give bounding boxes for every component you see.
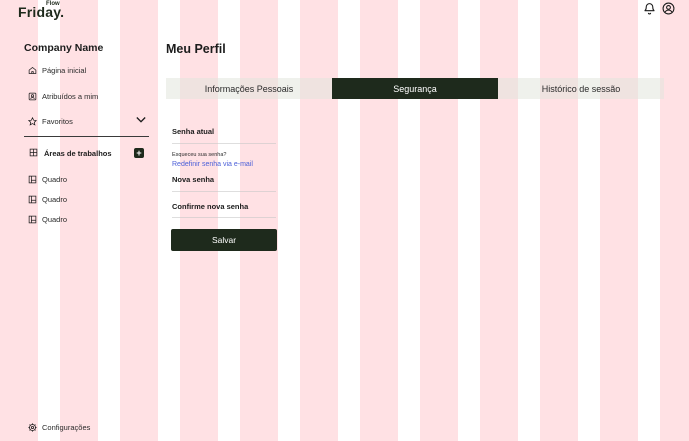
- bell-icon[interactable]: [643, 2, 656, 15]
- sidebar-item-label: Quadro: [42, 214, 68, 224]
- reset-password-link[interactable]: Redefinir senha via e-mail: [172, 161, 253, 168]
- new-password-input[interactable]: [172, 186, 276, 192]
- sidebar-item-label: Quadro: [42, 194, 68, 204]
- sidebar-item-favorites[interactable]: Favoritos: [27, 115, 73, 127]
- confirm-password-input[interactable]: [172, 212, 276, 218]
- sidebar-item-board[interactable]: Quadro: [27, 173, 67, 185]
- sidebar-divider: [24, 136, 149, 137]
- home-icon: [27, 65, 37, 75]
- page-title: Meu Perfil: [166, 42, 226, 56]
- save-button[interactable]: Salvar: [171, 229, 277, 251]
- grid-icon: [29, 148, 39, 158]
- star-icon: [27, 116, 37, 126]
- tab-session-history[interactable]: Histórico de sessão: [498, 78, 664, 99]
- sidebar-item-label: Atribuídos a mim: [42, 91, 99, 101]
- user-circle-icon[interactable]: [662, 2, 675, 15]
- sidebar-item-home[interactable]: Página inicial: [27, 64, 86, 76]
- sidebar-item-label: Página inicial: [42, 65, 87, 75]
- sidebar: Company Name Página inicial Atribuídos a…: [0, 0, 155, 441]
- tab-personal-info[interactable]: Informações Pessoais: [166, 78, 332, 99]
- sidebar-item-label: Favoritos: [42, 116, 73, 126]
- top-bar-icons: [643, 2, 675, 15]
- gear-icon: [27, 422, 37, 432]
- board-icon: [27, 174, 37, 184]
- confirm-password-label: Confirme nova senha: [172, 202, 249, 211]
- forgot-password-text: Esqueceu sua senha?: [172, 152, 227, 158]
- sidebar-item-board[interactable]: Quadro: [27, 193, 67, 205]
- chevron-down-icon[interactable]: [136, 116, 146, 124]
- board-icon: [27, 214, 37, 224]
- add-workspace-button[interactable]: +: [134, 148, 144, 158]
- current-password-input[interactable]: [172, 138, 276, 144]
- sidebar-item-label: Quadro: [42, 174, 68, 184]
- sidebar-item-settings[interactable]: Configurações: [27, 421, 90, 433]
- profile-tabs: Informações Pessoais Segurança Histórico…: [166, 78, 664, 99]
- workspaces-label: Áreas de trabalhos: [44, 148, 112, 158]
- new-password-label: Nova senha: [172, 175, 215, 184]
- board-icon: [27, 194, 37, 204]
- sidebar-item-label: Configurações: [42, 422, 91, 432]
- sidebar-item-board[interactable]: Quadro: [27, 213, 67, 225]
- workspaces-header[interactable]: Áreas de trabalhos: [29, 148, 112, 158]
- user-card-icon: [27, 91, 37, 101]
- sidebar-item-assigned[interactable]: Atribuídos a mim: [27, 90, 98, 102]
- company-name: Company Name: [24, 42, 104, 54]
- current-password-label: Senha atual: [172, 127, 215, 136]
- tab-security[interactable]: Segurança: [332, 78, 498, 99]
